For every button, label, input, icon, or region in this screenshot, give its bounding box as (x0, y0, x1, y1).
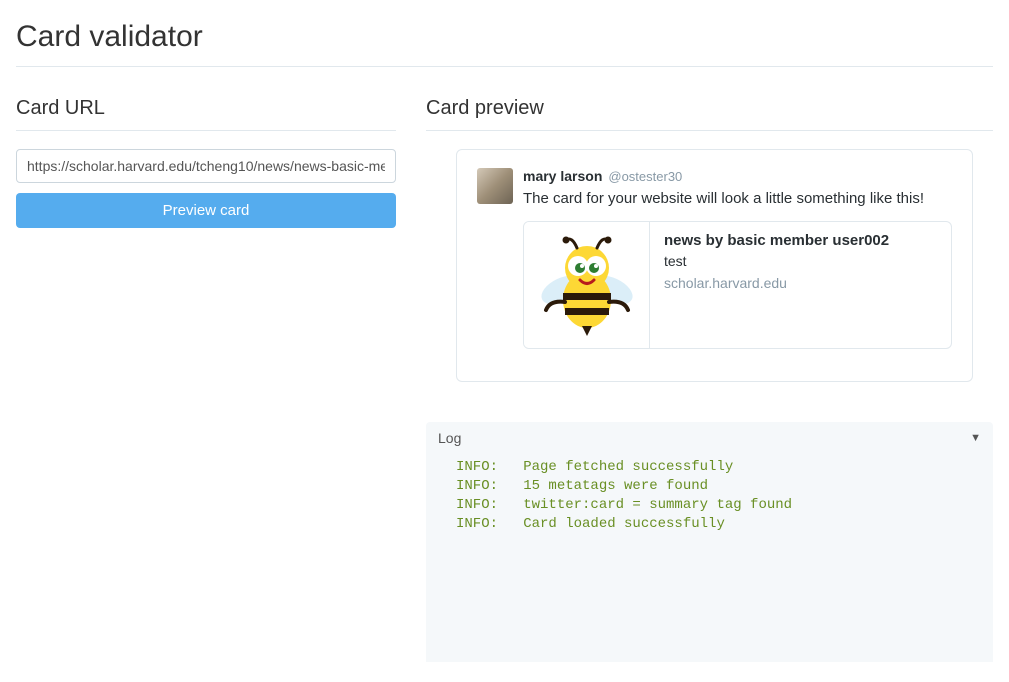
tweet-preview-box: mary larson @ostester30 The card for you… (456, 149, 973, 382)
preview-card-button[interactable]: Preview card (16, 193, 396, 228)
log-body: INFO: Page fetched successfullyINFO: 15 … (426, 454, 993, 542)
tweet-text: The card for your website will look a li… (523, 190, 952, 207)
card-summary[interactable]: news by basic member user002 test schola… (523, 221, 952, 349)
log-panel: Log ▼ INFO: Page fetched successfullyINF… (426, 422, 993, 662)
log-toggle-icon[interactable]: ▼ (970, 432, 981, 444)
url-section-title: Card URL (16, 97, 396, 131)
main-columns: Card URL Preview card Card preview mary … (16, 97, 993, 662)
tweet-body: mary larson @ostester30 The card for you… (523, 168, 952, 349)
page-title: Card validator (16, 20, 993, 67)
log-header[interactable]: Log ▼ (426, 422, 993, 454)
card-domain: scholar.harvard.edu (664, 275, 937, 291)
card-image (524, 222, 650, 348)
preview-column: Card preview mary larson @ostester30 The… (426, 97, 993, 662)
log-line: INFO: Card loaded successfully (456, 515, 981, 534)
tweet-header: mary larson @ostester30 The card for you… (477, 168, 952, 349)
url-column: Card URL Preview card (16, 97, 396, 662)
log-line: INFO: Page fetched successfully (456, 458, 981, 477)
avatar (477, 168, 513, 204)
bee-icon (532, 230, 642, 340)
user-line: mary larson @ostester30 (523, 168, 952, 184)
user-name: mary larson (523, 168, 602, 184)
user-handle: @ostester30 (608, 169, 682, 184)
preview-section-title: Card preview (426, 97, 993, 131)
card-url-input[interactable] (16, 149, 396, 183)
card-title: news by basic member user002 (664, 232, 937, 249)
log-line: INFO: 15 metatags were found (456, 477, 981, 496)
log-title: Log (438, 430, 461, 446)
log-line: INFO: twitter:card = summary tag found (456, 496, 981, 515)
card-content: news by basic member user002 test schola… (650, 222, 951, 348)
card-description: test (664, 253, 937, 269)
